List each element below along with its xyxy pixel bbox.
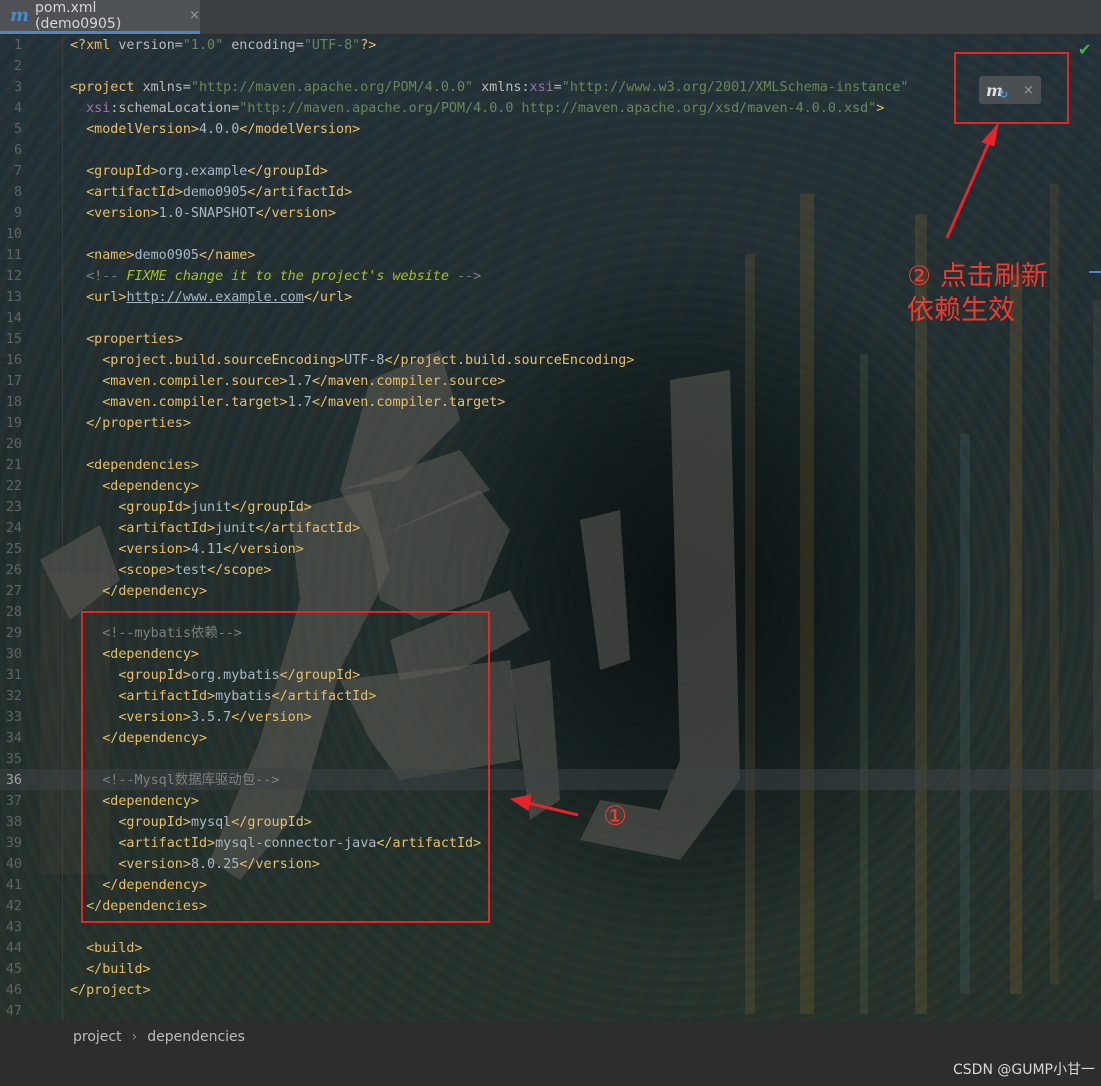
annotation-arrows	[509, 122, 999, 817]
breadcrumb-item-project[interactable]: project	[73, 1029, 122, 1045]
annotation-marker-1: ①	[603, 801, 628, 832]
breadcrumb-item-dependencies[interactable]: dependencies	[147, 1029, 245, 1045]
arrow-head-dependencies	[509, 794, 532, 811]
arrow-head-reload	[981, 122, 999, 147]
breadcrumb-separator: ›	[131, 1029, 138, 1045]
arrow-to-reload	[945, 139, 992, 239]
watermark-text: CSDN @GUMP小甘一	[953, 1062, 1095, 1078]
status-bar	[0, 1052, 1101, 1086]
arrow-to-dependencies	[527, 801, 579, 817]
breadcrumb: project › dependencies	[0, 1022, 1101, 1052]
annotation-refresh-note: ② 点击刷新 依赖生效	[907, 261, 1048, 326]
